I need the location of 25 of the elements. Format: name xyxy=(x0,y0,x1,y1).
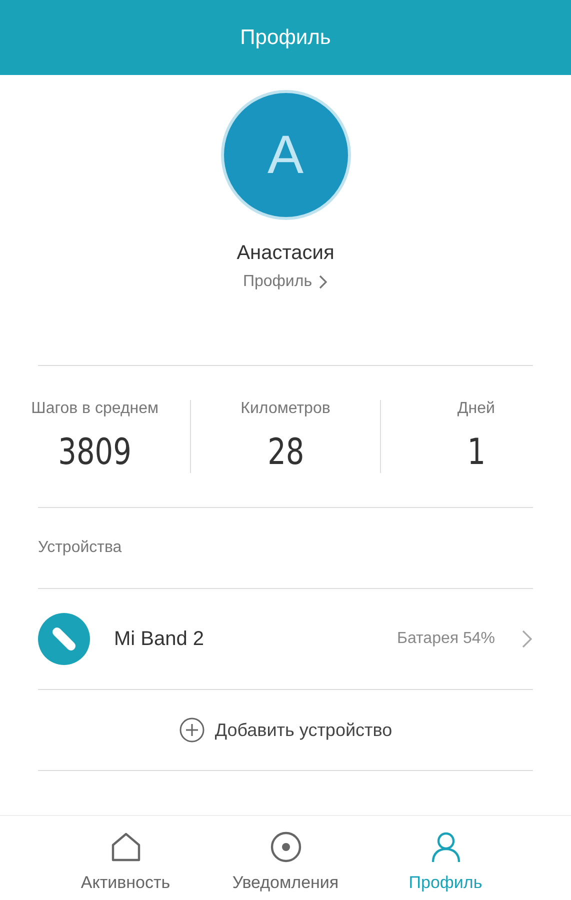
page-title: Профиль xyxy=(240,26,331,50)
profile-link[interactable]: Профиль xyxy=(240,271,330,293)
chevron-icon xyxy=(521,629,533,649)
avatar-letter: A xyxy=(267,124,304,186)
band-icon xyxy=(38,613,90,665)
stat-value: 28 xyxy=(267,432,304,473)
device-name: Mi Band 2 xyxy=(114,628,206,650)
add-device-button[interactable]: Добавить устройство xyxy=(172,690,398,770)
chevron-icon xyxy=(318,274,328,290)
user-name: Анастасия xyxy=(236,242,334,265)
plus-icon xyxy=(178,717,205,743)
target-icon xyxy=(270,831,302,863)
section-heading: Устройства xyxy=(38,538,123,558)
battery-status: Батарея 54% xyxy=(396,630,495,648)
stat-label: Шагов в среднем xyxy=(31,400,159,418)
device-row[interactable]: Mi Band 2 Батарея 54% xyxy=(38,589,533,689)
home-icon xyxy=(110,831,142,863)
nav-tab[interactable]: Уведомления xyxy=(216,830,356,894)
stat-value: 1 xyxy=(467,432,486,473)
nav-tab[interactable]: Активность xyxy=(56,830,196,894)
nav-tab[interactable]: Профиль xyxy=(376,830,516,894)
stat-label: Километров xyxy=(240,400,330,418)
stat-label: Дней xyxy=(457,400,495,418)
stat-value: 3809 xyxy=(58,432,132,473)
person-icon xyxy=(430,831,462,863)
